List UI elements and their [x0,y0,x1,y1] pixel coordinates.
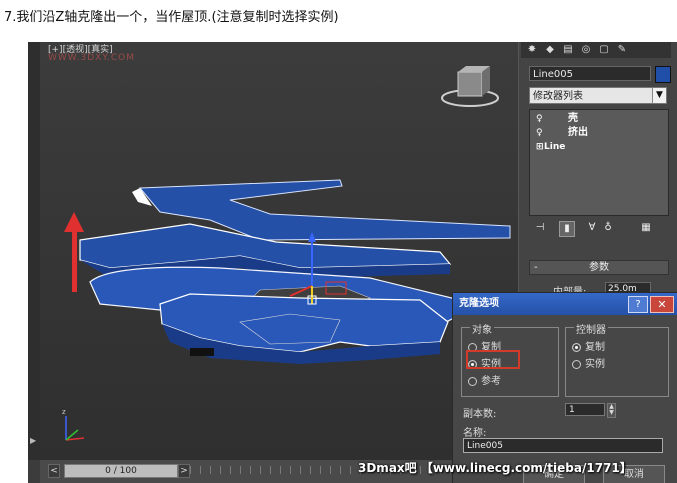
plus-box-icon[interactable]: ⊞ [536,141,544,153]
radio-dot-icon [468,376,477,386]
left-strip: ▶ [28,42,40,460]
show-end-result-icon[interactable]: ▮ [559,221,575,237]
controller-group-title: 控制器 [574,321,608,336]
instance-highlight [466,350,520,369]
copies-label: 副本数: [463,409,497,420]
light-bulb-icon[interactable]: ♀ [536,113,543,125]
panel-tabs: ✸ ◆ ▤ ◎ ▢ ✎ [521,42,671,58]
copies-spinner[interactable]: ▲ ▼ [607,403,616,418]
next-frame-button[interactable]: > [178,464,190,478]
name-label: 名称: [463,428,487,439]
max-screen: ▶ z [+][透视][真实] WWW.3DXY.COM ✸ ◆ ▤ ◎ ▢ ✎… [28,42,677,483]
copies-field[interactable]: 1 [565,403,605,416]
params-title: 参数 [589,262,609,273]
frame-slider[interactable]: 0 / 100 [64,464,178,478]
prev-frame-button[interactable]: < [48,464,60,478]
utilities-tab-icon[interactable]: ✎ [615,44,629,56]
make-unique-icon[interactable]: ∀ [585,221,599,235]
brand-watermark: 3Dmax吧 【www.linecg.com/tieba/1771】 [358,461,632,475]
stack-item-extrude[interactable]: ♀ 挤出 [530,127,666,139]
object-name-field[interactable]: Line005 [529,66,651,81]
controller-group: 控制器 复制 实例 [565,321,669,397]
stack-tools: ⊣ ▮ ∀ ♁ ▦ [529,220,669,238]
object-color-swatch[interactable] [655,66,671,83]
modify-tab-icon[interactable]: ◆ [543,44,557,56]
expand-arrow-icon[interactable]: ▶ [30,436,36,445]
radio-dot-icon [572,359,581,369]
svg-text:z: z [62,408,66,416]
create-tab-icon[interactable]: ✸ [525,44,539,56]
close-button[interactable]: ✕ [650,296,674,313]
hierarchy-tab-icon[interactable]: ▤ [561,44,575,56]
name-field[interactable]: Line005 [463,438,663,453]
radio-dot-icon [572,342,581,352]
viewport-scene: z [40,42,518,460]
modifier-list-label: 修改器列表 [533,91,583,102]
stack-item-shell[interactable]: ♀ 壳 [530,113,666,125]
radio-reference[interactable]: 参考 [468,372,501,387]
help-button[interactable]: ? [628,296,648,313]
site-watermark: WWW.3DXY.COM [48,53,136,63]
controller-radio-copy[interactable]: 复制 [572,338,605,353]
collapse-icon: - [534,262,538,273]
perspective-viewport[interactable]: z [+][透视][真实] WWW.3DXY.COM [40,42,518,460]
light-bulb-icon[interactable]: ♀ [536,127,543,139]
params-rollout-header[interactable]: - 参数 [529,260,669,275]
pin-stack-icon[interactable]: ⊣ [533,221,547,235]
clone-options-dialog: 克隆选项 ? ✕ 对象 复制 实例 参考 控制器 复制 实例 副本数: 1 ▲ … [452,292,677,483]
object-group-title: 对象 [470,321,494,336]
remove-modifier-icon[interactable]: ♁ [601,221,615,235]
modifier-stack: ♀ 壳 ♀ 挤出 ⊞ Line [529,109,669,216]
stack-item-line[interactable]: ⊞ Line [530,141,666,153]
modifier-list-dropdown[interactable]: 修改器列表 ▼ [529,87,667,104]
display-tab-icon[interactable]: ▢ [597,44,611,56]
chevron-down-icon[interactable]: ▼ [652,88,666,103]
controller-radio-instance[interactable]: 实例 [572,355,605,370]
tutorial-caption: 7.我们沿Z轴克隆出一个，当作屋顶.(注意复制时选择实例) [4,10,339,25]
configure-sets-icon[interactable]: ▦ [639,221,653,235]
motion-tab-icon[interactable]: ◎ [579,44,593,56]
